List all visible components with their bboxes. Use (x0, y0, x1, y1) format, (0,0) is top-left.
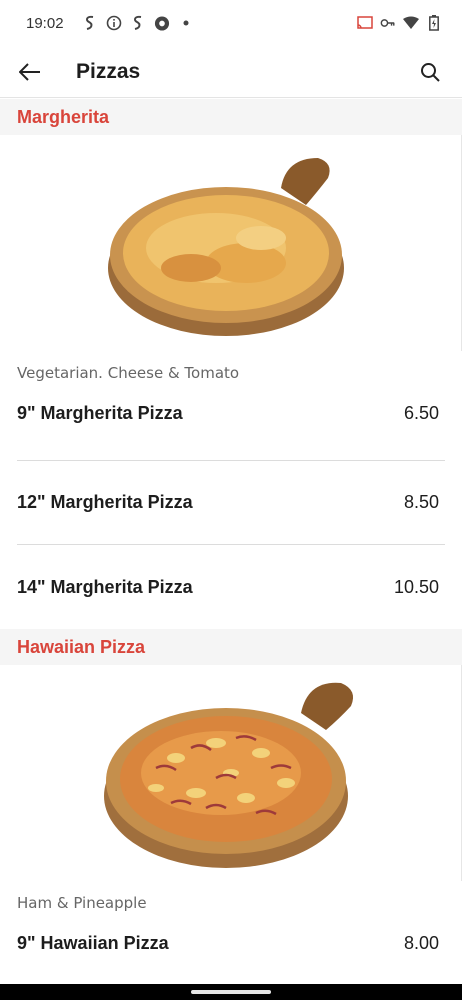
page-title: Pizzas (76, 59, 141, 83)
section-header-margherita: Margherita (0, 99, 462, 135)
cast-icon (357, 15, 373, 31)
app-bar: Pizzas (0, 46, 462, 98)
item-price: 8.50 (403, 492, 439, 512)
battery-icon (426, 15, 442, 31)
item-price: 6.50 (403, 403, 439, 423)
hawaiian-image (0, 665, 462, 881)
dot-icon (178, 15, 194, 31)
wifi-icon (403, 15, 419, 31)
info-icon (106, 15, 122, 31)
item-name: 14" Margherita Pizza (17, 576, 193, 597)
item-price: 8.00 (403, 933, 439, 953)
item-name: 12" Margherita Pizza (17, 492, 193, 512)
back-button[interactable] (14, 56, 46, 88)
item-name: 9" Hawaiian Pizza (17, 933, 169, 953)
menu-item[interactable]: 9" Hawaiian Pizza 8.00 (17, 919, 445, 991)
section-description: Ham & Pineapple (17, 894, 147, 912)
swiggy-icon (130, 15, 146, 31)
chrome-icon (154, 15, 170, 31)
arrow-left-icon (19, 62, 40, 81)
menu-item[interactable]: 9" Margherita Pizza 6.50 (17, 389, 445, 461)
status-bar: 19:02 (0, 0, 462, 46)
margherita-image (0, 135, 462, 351)
item-name: 9" Margherita Pizza (17, 403, 183, 423)
home-indicator[interactable] (0, 984, 462, 1000)
swiggy-icon (82, 15, 98, 31)
section-description: Vegetarian. Cheese & Tomato (17, 364, 240, 382)
item-price: 10.50 (393, 576, 439, 597)
status-time: 19:02 (26, 14, 64, 32)
menu-item[interactable]: 14" Margherita Pizza 10.50 (17, 545, 445, 629)
search-button[interactable] (414, 56, 446, 88)
menu-list[interactable]: Margherita Vegetarian. Cheese & Tomato 9… (0, 99, 462, 1000)
section-header-hawaiian: Hawaiian Pizza (0, 629, 462, 665)
section-title: Hawaiian Pizza (17, 636, 146, 657)
search-icon (421, 62, 440, 82)
key-icon (380, 15, 396, 31)
section-title: Margherita (17, 106, 110, 127)
home-bar (191, 990, 271, 994)
menu-item[interactable]: 12" Margherita Pizza 8.50 (17, 461, 445, 545)
